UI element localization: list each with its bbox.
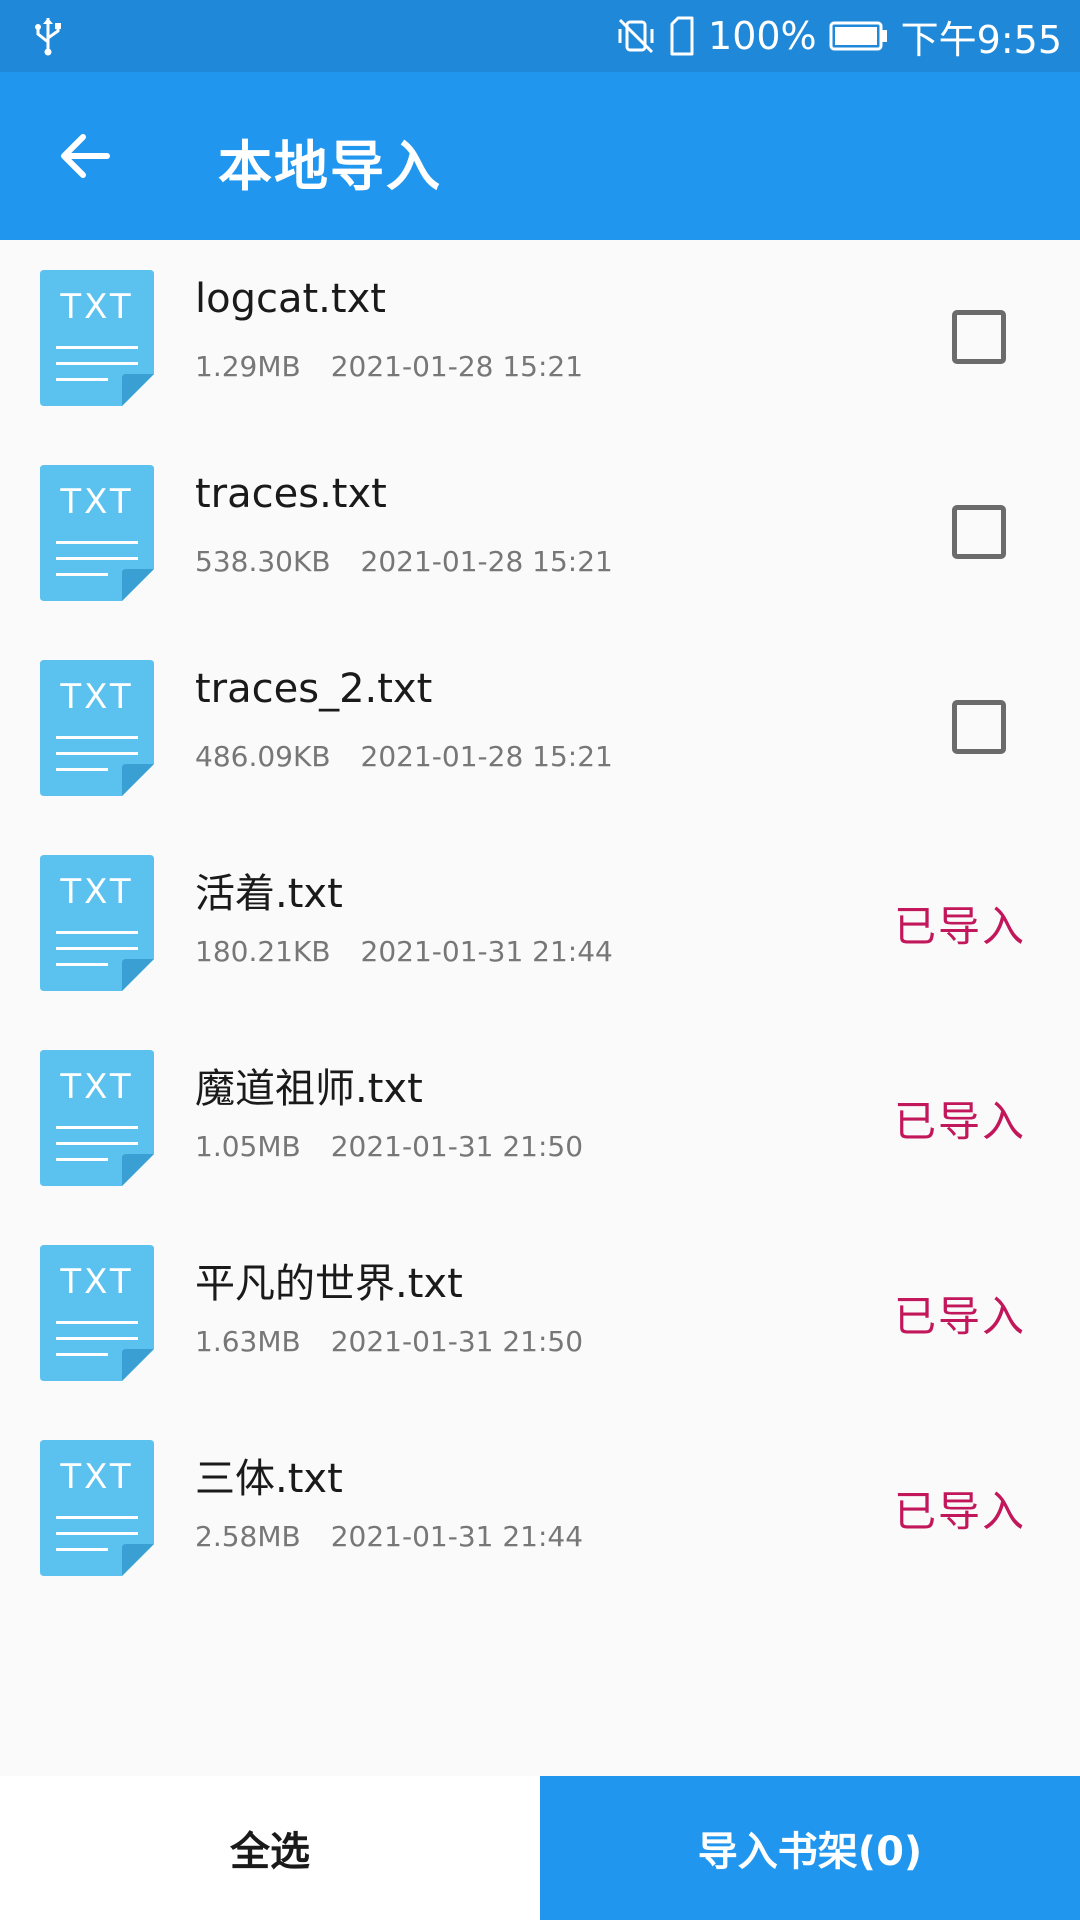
- file-size: 1.63MB: [195, 1325, 301, 1358]
- file-meta: 1.05MB 2021-01-31 21:50: [195, 1130, 583, 1163]
- page-title: 本地导入: [218, 135, 442, 198]
- file-date: 2021-01-28 15:21: [330, 350, 584, 383]
- battery-percent: 100%: [708, 14, 817, 58]
- select-all-button[interactable]: 全选: [0, 1776, 540, 1920]
- list-item[interactable]: TXT 平凡的世界.txt 1.63MB 2021-01-31 21:50 已导入: [0, 1215, 1080, 1410]
- txt-file-icon: TXT: [40, 1050, 154, 1186]
- file-checkbox[interactable]: [952, 310, 1006, 364]
- txt-file-icon: TXT: [40, 1245, 154, 1381]
- file-name: traces.txt: [195, 471, 387, 517]
- list-item[interactable]: TXT 三体.txt 2.58MB 2021-01-31 21:44 已导入: [0, 1410, 1080, 1605]
- imported-status: 已导入: [893, 1292, 1026, 1341]
- bottom-bar: 全选 导入书架(0): [0, 1776, 1080, 1920]
- list-item[interactable]: TXT traces_2.txt 486.09KB 2021-01-28 15:21: [0, 630, 1080, 825]
- local-import-screen: 100% 下午9:55 本地导入 TXT logcat.txt 1.29MB 2021…: [0, 0, 1080, 1920]
- txt-file-icon: TXT: [40, 1440, 154, 1576]
- file-meta: 1.29MB 2021-01-28 15:21: [195, 350, 583, 383]
- import-to-bookshelf-button[interactable]: 导入书架(0): [540, 1776, 1080, 1920]
- file-checkbox[interactable]: [952, 700, 1006, 754]
- file-type-label: TXT: [59, 1457, 133, 1497]
- imported-status: 已导入: [893, 1487, 1026, 1536]
- file-meta: 2.58MB 2021-01-31 21:44: [195, 1520, 583, 1553]
- file-date: 2021-01-31 21:50: [330, 1325, 584, 1358]
- file-meta: 1.63MB 2021-01-31 21:50: [195, 1325, 583, 1358]
- file-name: traces_2.txt: [195, 666, 433, 712]
- file-size: 1.05MB: [195, 1130, 301, 1163]
- vibrate-off-icon: [618, 18, 654, 54]
- file-date: 2021-01-28 15:21: [360, 545, 613, 578]
- usb-icon: [35, 18, 61, 56]
- back-button[interactable]: [40, 116, 130, 196]
- imported-status: 已导入: [893, 1097, 1026, 1146]
- file-date: 2021-01-28 15:21: [360, 740, 613, 773]
- battery-icon: [829, 21, 887, 51]
- imported-status: 已导入: [893, 902, 1026, 951]
- list-item[interactable]: TXT 活着.txt 180.21KB 2021-01-31 21:44 已导入: [0, 825, 1080, 1020]
- file-size: 180.21KB: [195, 935, 331, 968]
- file-list: TXT logcat.txt 1.29MB 2021-01-28 15:21 TXT tr…: [0, 240, 1080, 1605]
- file-type-label: TXT: [59, 482, 133, 522]
- file-type-label: TXT: [59, 287, 133, 327]
- arrow-left-icon: [61, 134, 110, 178]
- file-size: 538.30KB: [195, 545, 331, 578]
- file-meta: 486.09KB 2021-01-28 15:21: [195, 740, 613, 773]
- txt-file-icon: TXT: [40, 855, 154, 991]
- file-type-label: TXT: [59, 1067, 133, 1107]
- file-date: 2021-01-31 21:50: [330, 1130, 584, 1163]
- file-type-label: TXT: [59, 677, 133, 717]
- file-date: 2021-01-31 21:44: [360, 935, 613, 968]
- sim-card-icon: [670, 16, 694, 56]
- file-size: 2.58MB: [195, 1520, 301, 1553]
- list-item[interactable]: TXT traces.txt 538.30KB 2021-01-28 15:21: [0, 435, 1080, 630]
- file-meta: 180.21KB 2021-01-31 21:44: [195, 935, 613, 968]
- file-type-label: TXT: [59, 872, 133, 912]
- txt-file-icon: TXT: [40, 660, 154, 796]
- file-size: 1.29MB: [195, 350, 301, 383]
- file-meta: 538.30KB 2021-01-28 15:21: [195, 545, 613, 578]
- list-item[interactable]: TXT 魔道祖师.txt 1.05MB 2021-01-31 21:50 已导入: [0, 1020, 1080, 1215]
- status-icons: 100% 下午9:55: [616, 0, 1062, 72]
- file-checkbox[interactable]: [952, 505, 1006, 559]
- app-bar: 本地导入: [0, 72, 1080, 240]
- file-name: 魔道祖师.txt: [195, 1066, 423, 1112]
- txt-file-icon: TXT: [40, 270, 154, 406]
- list-item[interactable]: TXT logcat.txt 1.29MB 2021-01-28 15:21: [0, 240, 1080, 435]
- txt-file-icon: TXT: [40, 465, 154, 601]
- clock: 下午9:55: [900, 17, 1062, 62]
- file-name: 活着.txt: [195, 871, 343, 917]
- file-type-label: TXT: [59, 1262, 133, 1302]
- file-name: 三体.txt: [195, 1456, 343, 1502]
- status-bar: 100% 下午9:55: [0, 0, 1080, 72]
- file-size: 486.09KB: [195, 740, 331, 773]
- file-name: logcat.txt: [195, 276, 386, 322]
- file-name: 平凡的世界.txt: [195, 1261, 463, 1307]
- file-date: 2021-01-31 21:44: [330, 1520, 584, 1553]
